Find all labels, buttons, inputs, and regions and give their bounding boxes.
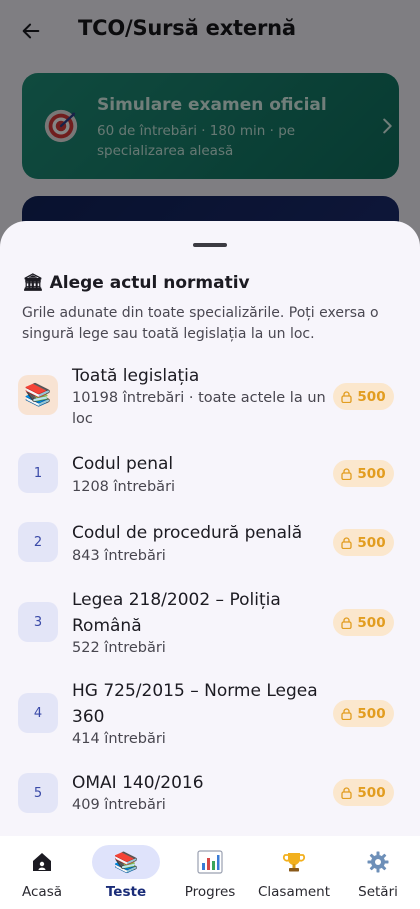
law-name: Legea 218/2002 – Poliția Română: [72, 590, 281, 636]
sheet-description: Grile adunate din toate specializările. …: [22, 305, 379, 342]
price-value: 500: [357, 705, 386, 722]
price-value: 500: [357, 614, 386, 631]
law-meta: 1208 întrebări: [72, 479, 176, 495]
lock-icon: [341, 616, 353, 629]
law-item-5[interactable]: 5 OMAI 140/2016 409 întrebări 500: [0, 770, 420, 826]
law-item-all[interactable]: 📚 Toată legislația 10198 întrebări · toa…: [0, 363, 420, 443]
nav-label: Teste: [105, 884, 147, 900]
lock-icon: [341, 536, 353, 549]
lock-icon: [341, 467, 353, 480]
price-badge: 500: [333, 779, 394, 806]
law-meta: 414 întrebări: [72, 731, 166, 747]
bank-icon: 🏛: [22, 273, 44, 293]
price-badge: 500: [333, 460, 394, 487]
lock-icon: [341, 390, 353, 403]
lock-icon: [341, 707, 353, 720]
law-meta: 10198 întrebări · toate actele la un loc: [72, 390, 326, 427]
nav-label: Setări: [358, 884, 398, 900]
law-number-badge: 4: [18, 693, 58, 733]
law-number-badge: 2: [18, 522, 58, 562]
bottom-navigation: Acasă 📚 Teste Progres Clasament Setări: [0, 836, 420, 909]
price-badge: 500: [333, 383, 394, 410]
nav-item-settings[interactable]: Setări: [346, 836, 410, 909]
nav-label: Clasament: [257, 884, 331, 900]
law-picker-sheet: 🏛 Alege actul normativ Grile adunate din…: [0, 221, 420, 836]
price-value: 500: [357, 534, 386, 551]
price-value: 500: [357, 784, 386, 801]
law-name: HG 725/2015 – Norme Legea 360: [72, 681, 318, 727]
books-icon: 📚: [18, 375, 58, 415]
gear-icon: [346, 845, 410, 879]
nav-item-home[interactable]: Acasă: [10, 836, 74, 909]
law-item-3[interactable]: 3 Legea 218/2002 – Poliția Română 522 în…: [0, 587, 420, 661]
price-badge: 500: [333, 529, 394, 556]
chart-icon: [178, 845, 242, 879]
drag-handle[interactable]: [193, 243, 227, 247]
law-meta: 522 întrebări: [72, 640, 166, 656]
sheet-title: 🏛 Alege actul normativ: [22, 273, 250, 293]
nav-item-leaderboard[interactable]: Clasament: [258, 836, 330, 909]
law-number-badge: 1: [18, 453, 58, 493]
trophy-icon: [262, 845, 326, 879]
nav-item-tests[interactable]: 📚 Teste: [92, 836, 160, 909]
law-number-badge: 5: [18, 773, 58, 813]
law-meta: 409 întrebări: [72, 797, 166, 813]
price-value: 500: [357, 465, 386, 482]
law-meta: 843 întrebări: [72, 548, 166, 564]
law-name: OMAI 140/2016: [72, 773, 204, 793]
price-badge: 500: [333, 609, 394, 636]
law-item-2[interactable]: 2 Codul de procedură penală 843 întrebăr…: [0, 520, 420, 576]
price-value: 500: [357, 388, 386, 405]
sheet-title-text: Alege actul normativ: [49, 273, 250, 293]
law-number-badge: 3: [18, 602, 58, 642]
law-name: Toată legislația: [72, 366, 200, 386]
law-name: Codul penal: [72, 454, 174, 474]
price-badge: 500: [333, 700, 394, 727]
law-item-1[interactable]: 1 Codul penal 1208 întrebări 500: [0, 451, 420, 507]
books-icon: 📚: [92, 845, 160, 879]
house-icon: [10, 845, 74, 879]
law-item-4[interactable]: 4 HG 725/2015 – Norme Legea 360 414 într…: [0, 678, 420, 752]
nav-item-progress[interactable]: Progres: [178, 836, 242, 909]
law-name: Codul de procedură penală: [72, 523, 303, 543]
nav-label: Acasă: [22, 884, 62, 900]
nav-label: Progres: [184, 884, 236, 900]
lock-icon: [341, 786, 353, 799]
